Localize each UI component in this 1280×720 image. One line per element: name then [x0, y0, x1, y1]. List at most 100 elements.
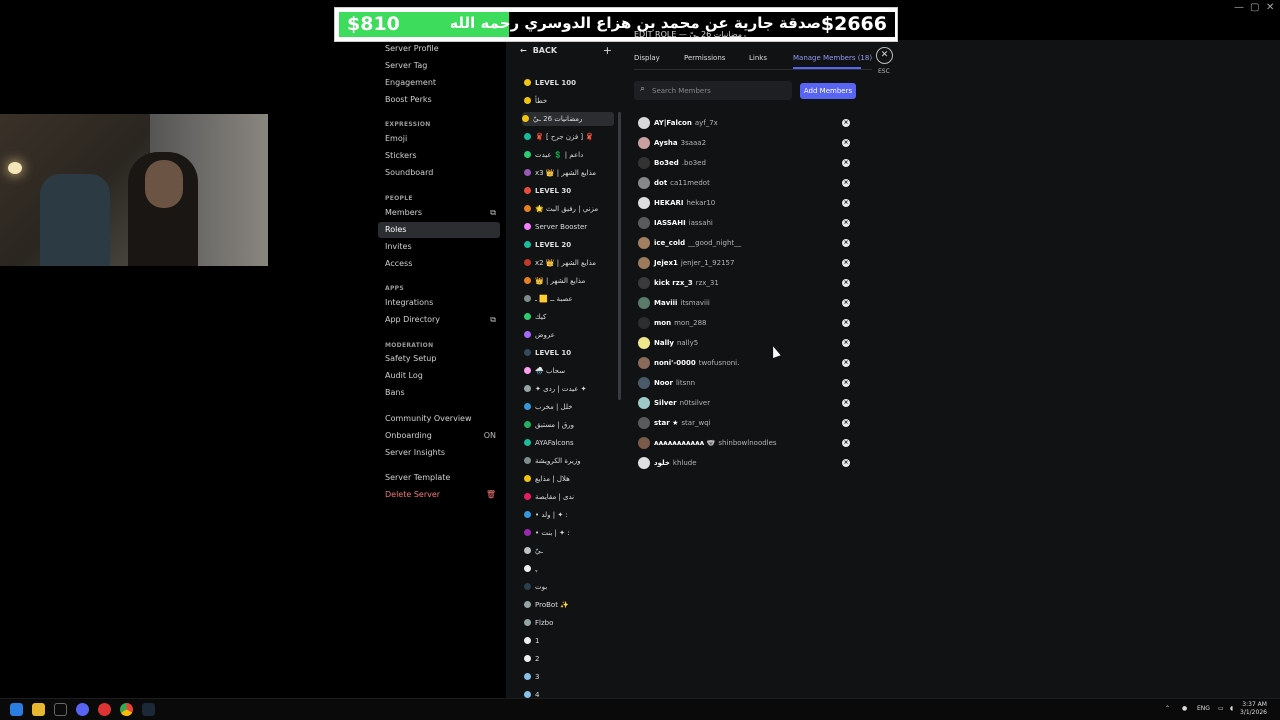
minimize-icon[interactable]: —: [1234, 2, 1244, 13]
sidebar-item-roles[interactable]: Roles: [378, 222, 500, 238]
sidebar-item-invites[interactable]: Invites: [378, 239, 500, 255]
role-item[interactable]: LEVEL 10: [524, 346, 614, 360]
remove-member-icon[interactable]: ×: [842, 139, 850, 147]
sidebar-item-onboarding[interactable]: Onboarding ON: [378, 428, 500, 444]
sidebar-item-app-directory[interactable]: App Directory ⧉: [378, 312, 500, 328]
remove-member-icon[interactable]: ×: [842, 339, 850, 347]
remove-member-icon[interactable]: ×: [842, 399, 850, 407]
member-row[interactable]: Silver n0tsilver ×: [636, 395, 856, 411]
role-item[interactable]: ✦ عيدت | ردى ✦: [524, 382, 614, 396]
language-indicator[interactable]: ENG: [1197, 705, 1210, 712]
sidebar-item-emoji[interactable]: Emoji: [378, 131, 500, 147]
sidebar-item-community-overview[interactable]: Community Overview: [378, 411, 500, 427]
remove-member-icon[interactable]: ×: [842, 299, 850, 307]
remove-member-icon[interactable]: ×: [842, 199, 850, 207]
obs-icon[interactable]: [98, 703, 111, 716]
remove-member-icon[interactable]: ×: [842, 119, 850, 127]
app-icon[interactable]: [54, 703, 67, 716]
tab-manage-members[interactable]: Manage Members (18): [793, 54, 872, 62]
role-item[interactable]: ProBot ✨: [524, 598, 614, 612]
role-item[interactable]: ورق | مستبق: [524, 418, 614, 432]
display-icon[interactable]: ▭: [1218, 705, 1224, 712]
role-item[interactable]: x3 👑 | مذايع الشهر: [524, 166, 614, 180]
remove-member-icon[interactable]: ×: [842, 419, 850, 427]
role-item[interactable]: LEVEL 30: [524, 184, 614, 198]
member-row[interactable]: Noor litsnn ×: [636, 375, 856, 391]
remove-member-icon[interactable]: ×: [842, 379, 850, 387]
role-item[interactable]: ندى | مقايصة: [524, 490, 614, 504]
role-item[interactable]: • بنت | ✦ :: [524, 526, 614, 540]
role-item[interactable]: بوت: [524, 580, 614, 594]
member-row[interactable]: ice_cold __good_night__ ×: [636, 235, 856, 251]
sidebar-item-server-tag[interactable]: Server Tag: [378, 58, 500, 74]
remove-member-icon[interactable]: ×: [842, 279, 850, 287]
role-item[interactable]: 🌟 مزني | رفيق البث: [524, 202, 614, 216]
role-item[interactable]: 2: [524, 652, 614, 666]
maximize-icon[interactable]: ▢: [1250, 2, 1259, 13]
remove-member-icon[interactable]: ×: [842, 179, 850, 187]
volume-icon[interactable]: ◖: [1230, 705, 1233, 712]
sidebar-item-audit-log[interactable]: Audit Log: [378, 368, 500, 384]
roles-scrollbar[interactable]: [618, 112, 621, 400]
role-item[interactable]: • ولد | ✦ :: [524, 508, 614, 522]
remove-member-icon[interactable]: ×: [842, 239, 850, 247]
tab-links[interactable]: Links: [749, 54, 767, 62]
role-item[interactable]: خلل | مخرب: [524, 400, 614, 414]
back-button[interactable]: ← BACK: [520, 46, 557, 55]
remove-member-icon[interactable]: ×: [842, 159, 850, 167]
sidebar-item-members[interactable]: Members ⧉: [378, 205, 500, 221]
role-item[interactable]: عصبة ــ 🟨 ـ: [524, 292, 614, 306]
remove-member-icon[interactable]: ×: [842, 319, 850, 327]
role-item[interactable]: AYAFalcons: [524, 436, 614, 450]
add-members-button[interactable]: Add Members: [800, 83, 856, 99]
sidebar-item-server-template[interactable]: Server Template: [378, 470, 500, 486]
role-item[interactable]: 👑 | مذايع الشهر: [524, 274, 614, 288]
sidebar-item-integrations[interactable]: Integrations: [378, 295, 500, 311]
create-role-button[interactable]: +: [603, 44, 612, 57]
role-item[interactable]: وزيرة الكرويشة: [524, 454, 614, 468]
sidebar-item-boost-perks[interactable]: Boost Perks: [378, 92, 500, 108]
member-row[interactable]: خلود khlude ×: [636, 455, 856, 471]
sidebar-item-soundboard[interactable]: Soundboard: [378, 165, 500, 181]
member-row[interactable]: Bo3ed .bo3ed ×: [636, 155, 856, 171]
role-item[interactable]: رمضانيات 26 ـيّ: [522, 112, 614, 126]
sidebar-item-server-profile[interactable]: Server Profile: [378, 41, 500, 57]
sidebar-item-server-insights[interactable]: Server Insights: [378, 445, 500, 461]
member-row[interactable]: dot ca11medot ×: [636, 175, 856, 191]
remove-member-icon[interactable]: ×: [842, 219, 850, 227]
role-item[interactable]: x2 👑 | مذايع الشهر: [524, 256, 614, 270]
close-settings-button[interactable]: ✕: [876, 47, 893, 64]
role-item[interactable]: LEVEL 100: [524, 76, 614, 90]
member-row[interactable]: ᴀᴀᴀᴀᴀᴀᴀᴀᴀᴀᴀ 🐨 shinbowlnoodles ×: [636, 435, 856, 451]
member-row[interactable]: Maviii itsmaviii ×: [636, 295, 856, 311]
search-input[interactable]: [652, 84, 787, 97]
role-item[interactable]: ـيّ: [524, 544, 614, 558]
role-item[interactable]: Server Booster: [524, 220, 614, 234]
close-window-icon[interactable]: ✕: [1266, 2, 1274, 13]
file-explorer-icon[interactable]: [32, 703, 45, 716]
role-item[interactable]: LEVEL 20: [524, 238, 614, 252]
member-row[interactable]: Aysha 3saaa2 ×: [636, 135, 856, 151]
role-item[interactable]: 🌧️ سحاب: [524, 364, 614, 378]
role-item[interactable]: ﮩ: [524, 562, 614, 576]
windows-start-icon[interactable]: [10, 703, 23, 716]
role-item[interactable]: 🧣 [ فزن جرح ] 🧣: [524, 130, 614, 144]
tab-permissions[interactable]: Permissions: [684, 54, 725, 62]
role-item[interactable]: 3: [524, 670, 614, 684]
sidebar-item-stickers[interactable]: Stickers: [378, 148, 500, 164]
member-row[interactable]: AY|Falcon ayf_7x ×: [636, 115, 856, 131]
remove-member-icon[interactable]: ×: [842, 259, 850, 267]
tray-chevron-icon[interactable]: ⌃: [1165, 705, 1170, 712]
sidebar-item-engagement[interactable]: Engagement: [378, 75, 500, 91]
tab-display[interactable]: Display: [634, 54, 660, 62]
member-row[interactable]: kick rzx_3 rzx_31 ×: [636, 275, 856, 291]
member-row[interactable]: HEKARI hekar10 ×: [636, 195, 856, 211]
remove-member-icon[interactable]: ×: [842, 439, 850, 447]
sidebar-item-delete-server[interactable]: Delete Server 🗑: [378, 487, 500, 503]
chrome-icon[interactable]: [120, 703, 133, 716]
member-row[interactable]: star ★ star_wqi ×: [636, 415, 856, 431]
role-item[interactable]: 1: [524, 634, 614, 648]
sidebar-item-access[interactable]: Access: [378, 256, 500, 272]
member-row[interactable]: noni'-0000 twofusnoni. ×: [636, 355, 856, 371]
clock[interactable]: 3:37 AM 3/1/2026: [1240, 701, 1267, 717]
